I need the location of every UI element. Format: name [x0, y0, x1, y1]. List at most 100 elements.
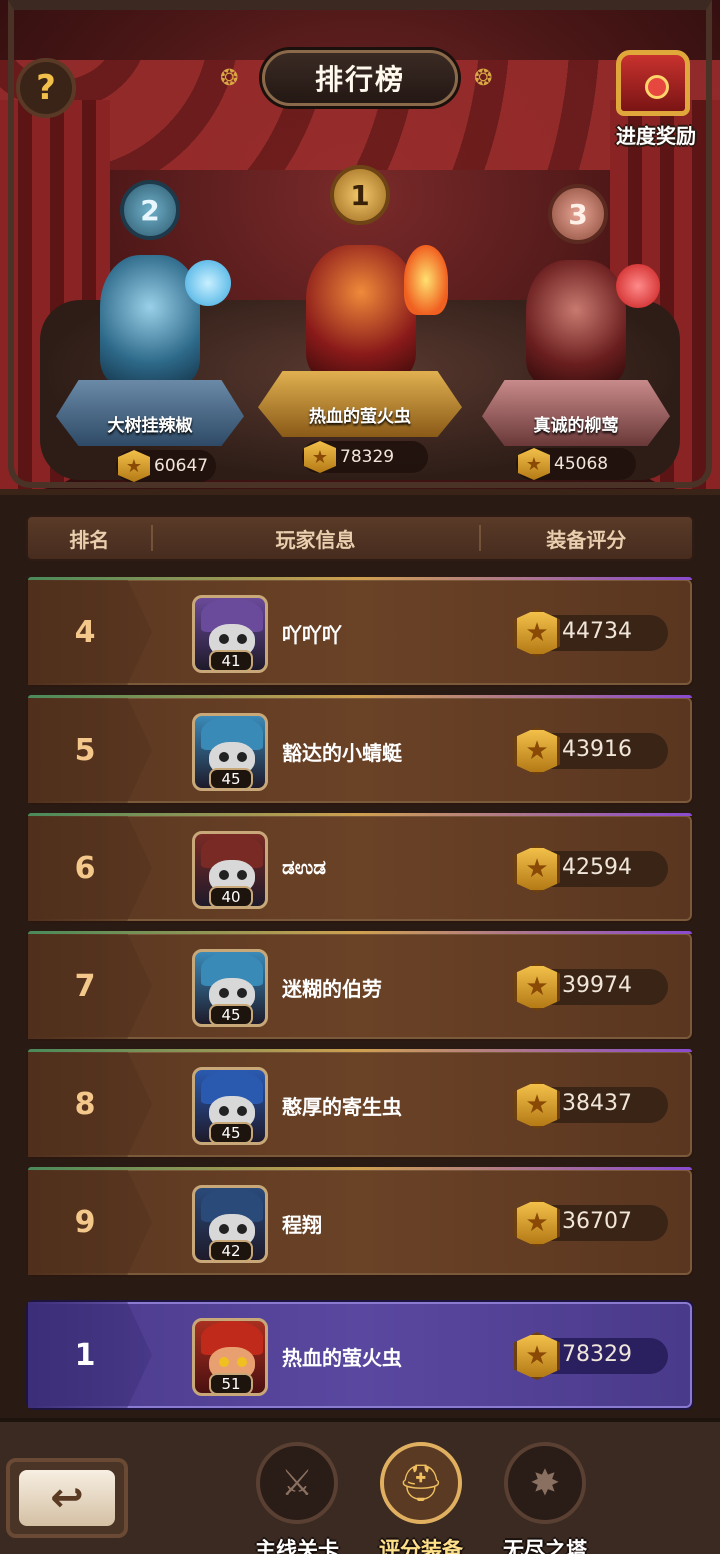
column-equipment-score: 装备评分: [546, 527, 627, 552]
podium-base-2: 大树挂辣椒: [56, 380, 244, 446]
page-title-plate: 排行榜: [262, 50, 458, 106]
score-value: 36707: [562, 1209, 632, 1234]
podium-score-2: ★ 60647: [116, 450, 216, 482]
star-shield-icon: ★: [514, 727, 560, 775]
player-name: 程翔: [282, 1213, 322, 1237]
tab-label: 主线关卡: [255, 1538, 339, 1554]
player-name: ಡಉಡ: [282, 855, 326, 879]
leaderboard-row[interactable]: 4 41 吖吖吖 ★ 44734: [26, 577, 694, 687]
star-shield-icon: ★: [514, 963, 560, 1011]
tab-main-stage[interactable]: ⚔ 主线关卡: [242, 1440, 352, 1554]
star-shield-icon: ★: [304, 441, 336, 473]
podium-base-3: 真诚的柳莺: [482, 380, 670, 446]
rank-cell: 9: [28, 1169, 152, 1275]
leaderboard-row[interactable]: 7 45 迷糊的伯劳 ★ 39974: [26, 931, 694, 1041]
helmet-icon: ⛑: [380, 1442, 462, 1524]
leaderboard-list[interactable]: 4 41 吖吖吖 ★ 44734 5 45 豁达的小蜻蜓 ★ 43916 6 4…: [26, 577, 694, 1285]
avatar-eye: [219, 752, 229, 762]
avatar-eye: [237, 634, 247, 644]
avatar-level: 42: [209, 1240, 253, 1260]
star-shield-icon: ★: [118, 450, 150, 482]
score-box: ★ 39974: [514, 963, 668, 1011]
avatar-eye: [219, 1357, 229, 1367]
column-rank: 排名: [69, 527, 110, 552]
rank-badge-1: 1: [330, 165, 390, 225]
podium-name-2: 大树挂辣椒: [107, 416, 193, 436]
podium-score-value-1: 78329: [340, 447, 395, 467]
leaderboard-row[interactable]: 8 45 憨厚的寄生虫 ★ 38437: [26, 1049, 694, 1159]
avatar-eye: [237, 988, 247, 998]
avatar-level: 45: [209, 768, 253, 788]
avatar[interactable]: 40: [192, 831, 268, 909]
score-box: ★ 36707: [514, 1199, 668, 1247]
column-divider: [478, 525, 481, 551]
rank-number: 4: [74, 614, 96, 650]
podium-rank-2[interactable]: 2 大树挂辣椒 ★ 60647: [50, 180, 250, 482]
podium-stage: ? ❂ 排行榜 ❂ 进度奖励 2 大树挂辣椒 ★ 60647 1 热血的萤火虫 …: [0, 0, 720, 495]
podium-name-1: 热血的萤火虫: [309, 407, 411, 427]
column-divider: [150, 525, 153, 551]
avatar-eye: [237, 870, 247, 880]
score-box: ★ 44734: [514, 609, 668, 657]
avatar-eye: [219, 1106, 229, 1116]
column-player-info: 玩家信息: [275, 527, 356, 552]
score-value: 43916: [562, 737, 632, 762]
back-button[interactable]: ↩: [6, 1458, 128, 1538]
rank-number: 7: [74, 968, 96, 1004]
podium-score-value-2: 60647: [154, 456, 209, 476]
avatar-level: 45: [209, 1122, 253, 1142]
page-title: 排行榜: [314, 63, 405, 96]
score-box: ★ 78329: [514, 1332, 668, 1380]
avatar-level: 45: [209, 1004, 253, 1024]
tab-endless-tower[interactable]: ✸ 无尽之塔: [490, 1440, 600, 1554]
avatar-eye: [219, 988, 229, 998]
avatar[interactable]: 42: [192, 1185, 268, 1263]
fire-torch-icon: [404, 245, 448, 315]
podium-rank-3[interactable]: 3 真诚的柳莺 ★ 45068: [476, 180, 676, 480]
score-box: ★ 38437: [514, 1081, 668, 1129]
bottom-nav-bar: ↩ ⚔ 主线关卡 ⛑ 评分装备 ✸ 无尽之塔: [0, 1418, 720, 1554]
rank-number: 6: [74, 850, 96, 886]
avatar[interactable]: 51: [192, 1318, 268, 1396]
score-value: 38437: [562, 1091, 632, 1116]
avatar[interactable]: 45: [192, 949, 268, 1027]
crossed-swords-icon: ⚔: [256, 1442, 338, 1524]
score-value: 44734: [562, 619, 632, 644]
tab-score-equipment[interactable]: ⛑ 评分装备: [366, 1440, 476, 1554]
hero-mage-blue-figure: [100, 255, 200, 385]
avatar[interactable]: 41: [192, 595, 268, 673]
avatar[interactable]: 45: [192, 713, 268, 791]
my-rank-row[interactable]: 1 51 热血的萤火虫 ★ 78329: [26, 1300, 694, 1410]
question-mark-icon[interactable]: ?: [16, 58, 76, 118]
avatar-eye: [219, 1224, 229, 1234]
treasure-chest-icon: [616, 50, 690, 116]
tower-icon: ✸: [504, 1442, 586, 1524]
tab-label: 评分装备: [379, 1538, 463, 1554]
leaderboard-row[interactable]: 9 42 程翔 ★ 36707: [26, 1167, 694, 1277]
player-name: 吖吖吖: [282, 623, 342, 647]
tab-label: 无尽之塔: [503, 1538, 587, 1554]
rank-badge-2: 2: [120, 180, 180, 240]
star-shield-icon: ★: [514, 845, 560, 893]
rank-cell: 7: [28, 933, 152, 1039]
rank-cell: 5: [28, 697, 152, 803]
star-shield-icon: ★: [514, 1332, 560, 1380]
star-shield-icon: ★: [514, 1081, 560, 1129]
podium-rank-1[interactable]: 1 热血的萤火虫 ★ 78329: [254, 165, 466, 475]
player-name: 热血的萤火虫: [282, 1346, 402, 1370]
rank-cell: 1: [28, 1302, 152, 1408]
rank-cell: 8: [28, 1051, 152, 1157]
avatar[interactable]: 45: [192, 1067, 268, 1145]
podium-score-3: ★ 45068: [516, 448, 636, 480]
avatar-eye: [219, 870, 229, 880]
progress-reward-button[interactable]: 进度奖励: [600, 50, 712, 150]
leaderboard-row[interactable]: 5 45 豁达的小蜻蜓 ★ 43916: [26, 695, 694, 805]
rank-number: 1: [74, 1337, 96, 1373]
score-box: ★ 42594: [514, 845, 668, 893]
red-staff-orb-icon: [616, 264, 660, 308]
star-shield-icon: ★: [518, 448, 550, 480]
podium-score-1: ★ 78329: [302, 441, 428, 473]
avatar-level: 41: [209, 650, 253, 670]
leaderboard-row[interactable]: 6 40 ಡಉಡ ★ 42594: [26, 813, 694, 923]
rank-cell: 6: [28, 815, 152, 921]
